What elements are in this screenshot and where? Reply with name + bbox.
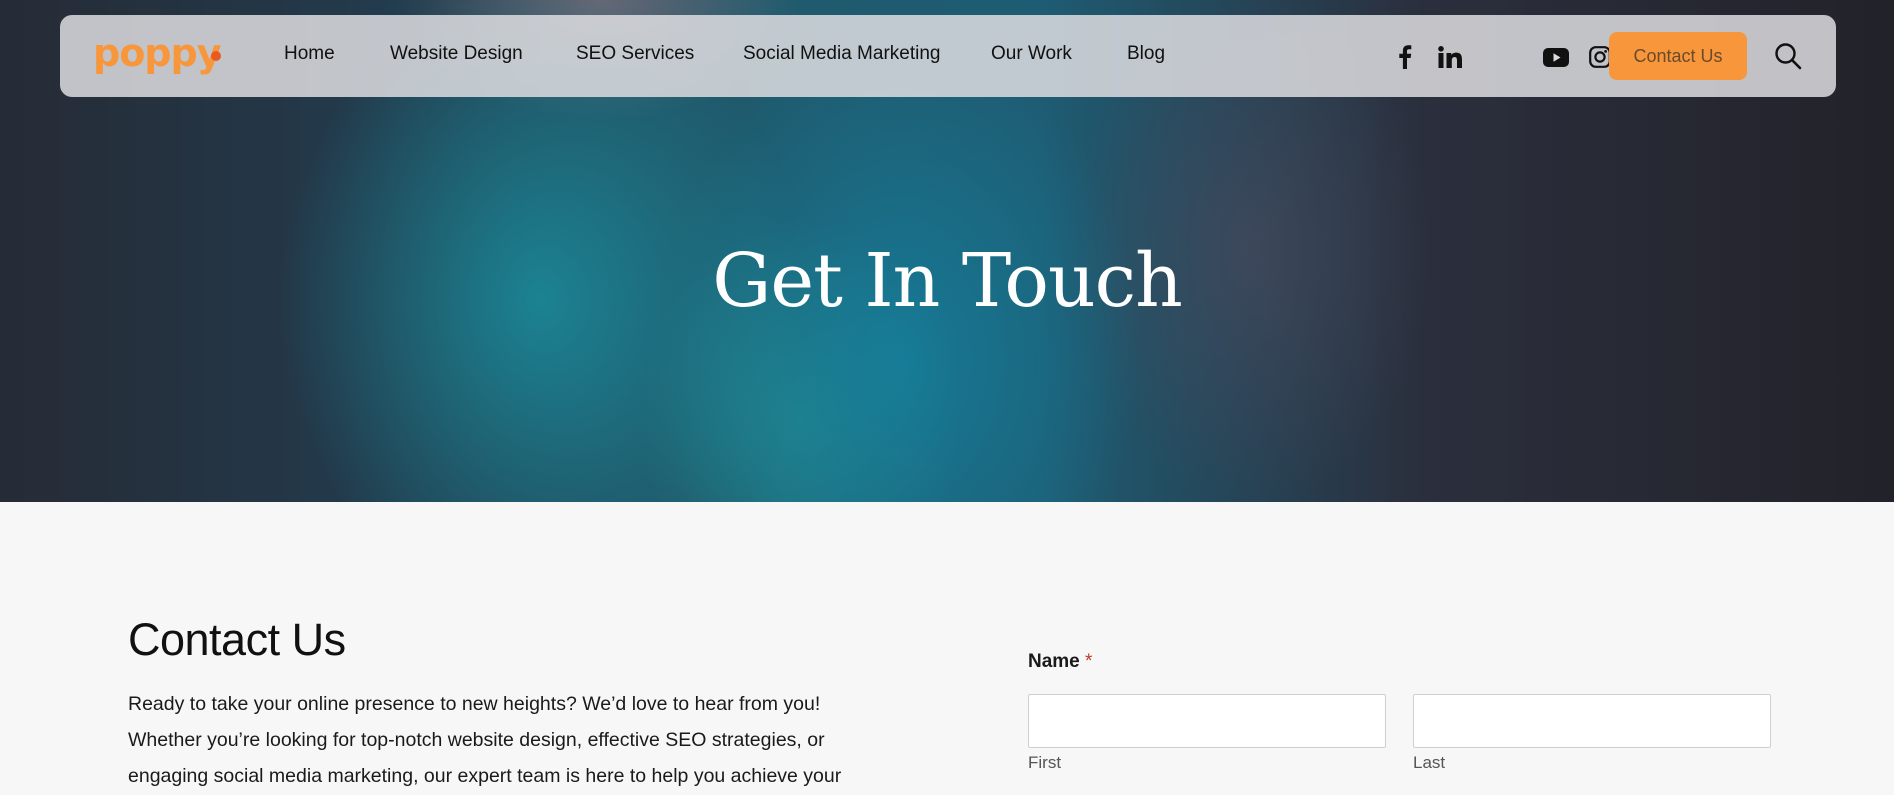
nav-link-website-design[interactable]: Website Design	[390, 43, 523, 65]
nav-link-seo-services[interactable]: SEO Services	[576, 43, 694, 65]
contact-us-button[interactable]: Contact Us	[1609, 32, 1747, 80]
hero-title: Get In Touch	[712, 238, 1183, 324]
nav-link-home[interactable]: Home	[284, 43, 335, 65]
contact-heading: Contact Us	[128, 614, 346, 665]
poppy-logo[interactable]: poppy	[93, 31, 221, 75]
youtube-icon[interactable]	[1541, 44, 1571, 70]
last-name-input[interactable]	[1413, 694, 1771, 748]
logo-dot	[211, 51, 221, 61]
last-name-sublabel: Last	[1413, 753, 1446, 772]
nav-link-our-work[interactable]: Our Work	[991, 43, 1072, 65]
required-marker: *	[1085, 651, 1093, 672]
facebook-icon[interactable]	[1392, 44, 1418, 70]
first-name-sublabel: First	[1028, 753, 1062, 772]
first-name-input[interactable]	[1028, 694, 1386, 748]
contact-intro-text: Ready to take your online presence to ne…	[128, 693, 842, 787]
top-navigation-bar: poppy Home Website Design SEO Services S…	[60, 15, 1836, 97]
name-field-label: Name *	[1028, 651, 1092, 673]
linkedin-icon[interactable]	[1437, 44, 1463, 70]
name-label-text: Name	[1028, 651, 1080, 672]
nav-link-social-media-marketing[interactable]: Social Media Marketing	[743, 43, 940, 65]
search-icon[interactable]	[1773, 41, 1803, 71]
nav-link-blog[interactable]: Blog	[1127, 43, 1165, 65]
